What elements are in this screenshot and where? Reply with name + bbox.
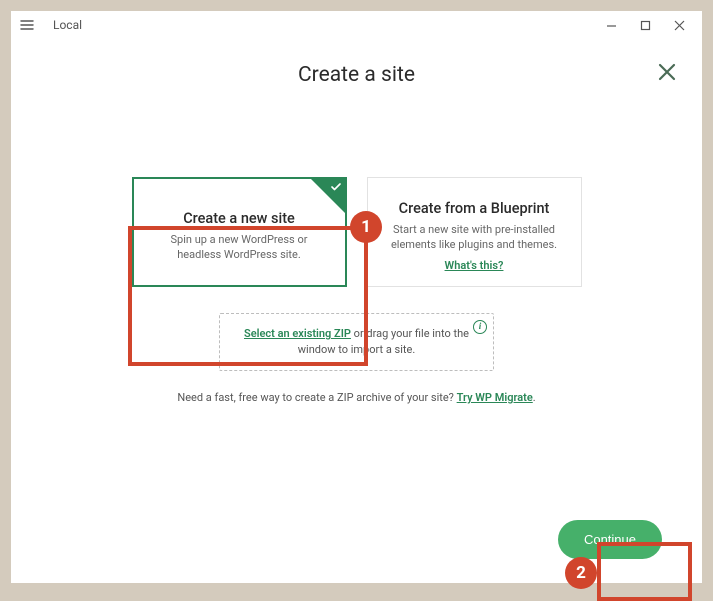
window-controls (594, 14, 696, 36)
maximize-button[interactable] (628, 14, 662, 36)
minimize-button[interactable] (594, 14, 628, 36)
card-description: Spin up a new WordPress or headless Word… (148, 233, 331, 263)
import-dropzone[interactable]: i Select an existing ZIP or drag your fi… (219, 313, 494, 371)
titlebar: Local (11, 11, 702, 39)
hint-tail: . (533, 391, 536, 404)
menu-icon[interactable] (17, 15, 37, 35)
create-from-blueprint-card[interactable]: Create from a Blueprint Start a new site… (367, 177, 582, 287)
hint-text: Need a fast, free way to create a ZIP ar… (177, 391, 535, 404)
hint-prefix: Need a fast, free way to create a ZIP ar… (177, 391, 456, 404)
card-description: Start a new site with pre-installed elem… (382, 223, 567, 253)
info-icon[interactable]: i (473, 320, 487, 334)
select-zip-link[interactable]: Select an existing ZIP (244, 327, 351, 340)
wp-migrate-link[interactable]: Try WP Migrate (457, 391, 533, 404)
create-new-site-card[interactable]: Create a new site Spin up a new WordPres… (132, 177, 347, 287)
app-title: Local (53, 18, 82, 32)
check-icon (331, 182, 341, 195)
page-title: Create a site (298, 63, 415, 87)
app-window: Local Create a site Create a ne (11, 11, 702, 583)
card-title: Create a new site (183, 210, 295, 227)
continue-button[interactable]: Continue (558, 520, 662, 559)
whats-this-link[interactable]: What's this? (445, 259, 504, 272)
close-icon[interactable] (654, 59, 680, 85)
content-area: Create a site Create a new site Spin up … (11, 39, 702, 583)
option-cards: Create a new site Spin up a new WordPres… (132, 177, 582, 287)
footer: Continue (51, 520, 662, 563)
card-title: Create from a Blueprint (399, 200, 550, 217)
close-window-button[interactable] (662, 14, 696, 36)
